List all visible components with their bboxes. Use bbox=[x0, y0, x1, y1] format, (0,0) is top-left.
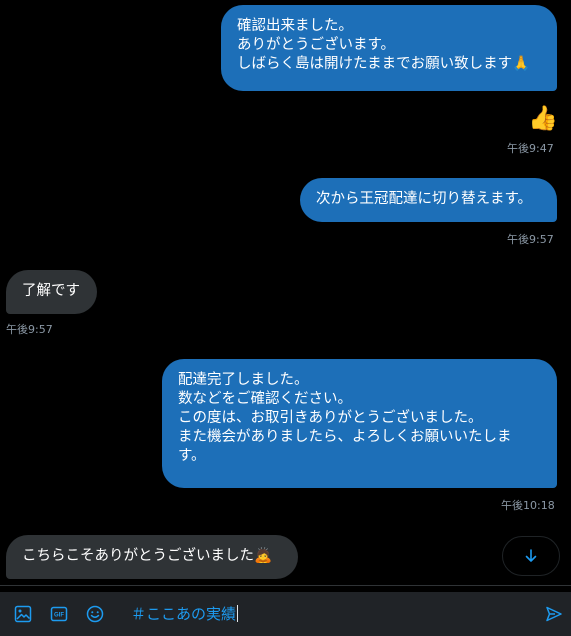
message-timestamp: 午後10:18 bbox=[501, 499, 555, 512]
message-line: また機会がありましたら、よろしくお願いいたしま bbox=[178, 429, 512, 445]
arrow-down-icon bbox=[525, 549, 537, 562]
message-input[interactable]: ＃ここあの実績 bbox=[131, 603, 239, 624]
message-composer: GIF ＃ここあの実績 bbox=[0, 592, 571, 636]
incoming-message[interactable]: こちらこそありがとうございました🙇 bbox=[6, 535, 298, 579]
message-line: この度は、お取引きありがとうございました。 bbox=[178, 410, 483, 426]
text-caret bbox=[237, 605, 239, 622]
message-thread: 確認出来ました。 ありがとうございます。 しばらく島は開けたままでお願い致します… bbox=[0, 0, 571, 585]
emoji-icon[interactable] bbox=[83, 602, 107, 626]
outgoing-message[interactable]: 次から王冠配達に切り替えます。 bbox=[300, 178, 557, 222]
message-input-value: ＃ここあの実績 bbox=[131, 605, 237, 623]
message-timestamp: 午後9:57 bbox=[507, 233, 554, 246]
message-line: 数などをご確認ください。 bbox=[178, 391, 352, 407]
message-timestamp: 午後9:47 bbox=[507, 142, 554, 155]
message-line: 配達完了しました。 bbox=[178, 372, 309, 388]
scroll-to-bottom-button[interactable] bbox=[502, 536, 560, 576]
gif-icon[interactable]: GIF bbox=[47, 602, 71, 626]
incoming-message[interactable]: 了解です bbox=[6, 270, 97, 314]
thumbs-up-emoji-message[interactable]: 👍 bbox=[528, 106, 558, 130]
svg-text:GIF: GIF bbox=[54, 613, 64, 619]
send-icon[interactable] bbox=[542, 602, 566, 626]
message-line: 了解です bbox=[22, 283, 80, 299]
image-icon[interactable] bbox=[11, 602, 35, 626]
message-line: こちらこそありがとうございました🙇 bbox=[22, 548, 273, 564]
message-line: 確認出来ました。 bbox=[237, 18, 353, 34]
message-timestamp: 午後9:57 bbox=[6, 323, 53, 336]
outgoing-message[interactable]: 確認出来ました。 ありがとうございます。 しばらく島は開けたままでお願い致します… bbox=[221, 5, 557, 91]
message-line: す。 bbox=[178, 448, 206, 464]
message-line: しばらく島は開けたままでお願い致します🙏 bbox=[237, 56, 531, 72]
composer-divider bbox=[0, 585, 571, 586]
message-line: 次から王冠配達に切り替えます。 bbox=[316, 191, 533, 207]
message-line: ありがとうございます。 bbox=[237, 37, 396, 53]
outgoing-message[interactable]: 配達完了しました。 数などをご確認ください。 この度は、お取引きありがとうござい… bbox=[162, 359, 557, 488]
